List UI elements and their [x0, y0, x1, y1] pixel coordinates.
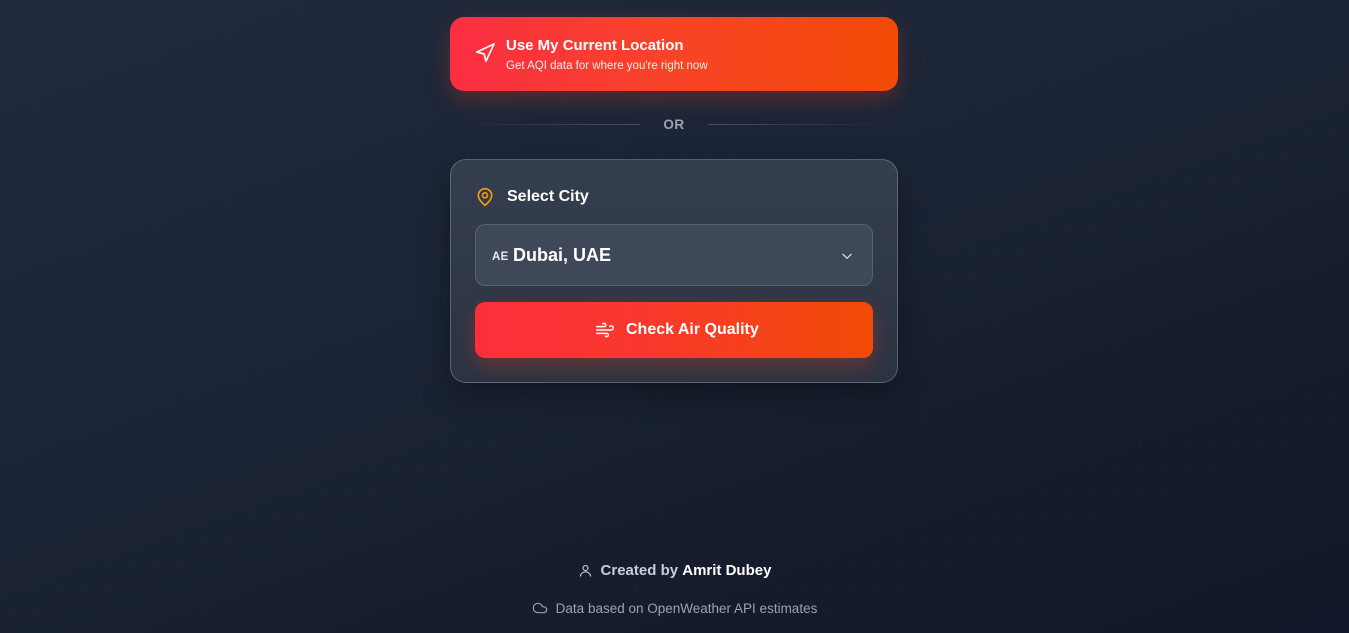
footer-source: Data based on OpenWeather API estimates	[0, 600, 1349, 619]
or-divider: OR	[460, 114, 888, 136]
user-icon	[579, 564, 591, 577]
country-code: AE	[492, 251, 509, 263]
credit-prefix: Created by	[600, 562, 679, 579]
wind-icon	[595, 322, 615, 338]
credit-name: Amrit Dubey	[682, 562, 772, 579]
navigation-arrow-icon	[475, 43, 495, 63]
check-air-quality-label: Check Air Quality	[626, 321, 759, 338]
location-button-title: Use My Current Location	[506, 37, 684, 54]
use-current-location-button[interactable]: Use My Current Location Get AQI data for…	[450, 17, 898, 91]
footer-credit: Created by Amrit Dubey	[0, 562, 1349, 582]
chevron-down-icon	[842, 253, 852, 259]
select-city-label: Select City	[507, 188, 589, 205]
city-select-dropdown[interactable]: AE Dubai, UAE	[475, 224, 873, 286]
divider-line-right	[708, 124, 888, 125]
location-button-subtitle: Get AQI data for where you're right now	[506, 60, 708, 72]
city-select-card: Select City AE Dubai, UAE Check Air Qual…	[450, 159, 898, 383]
check-air-quality-button[interactable]: Check Air Quality	[475, 302, 873, 358]
cloud-icon	[532, 602, 547, 614]
selected-city: Dubai, UAE	[513, 245, 612, 265]
map-pin-icon	[477, 187, 493, 207]
source-text: Data based on OpenWeather API estimates	[555, 600, 818, 616]
